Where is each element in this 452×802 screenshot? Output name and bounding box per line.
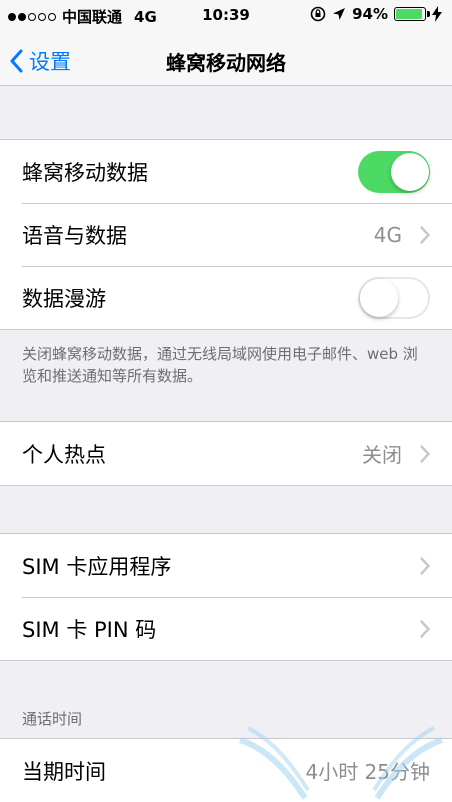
data-roaming-toggle[interactable] bbox=[358, 276, 430, 319]
call-time-header: 通话时间 bbox=[22, 710, 83, 728]
cell-voice-data[interactable]: 语音与数据 4G bbox=[0, 203, 452, 266]
cell-data-roaming: 数据漫游 bbox=[0, 266, 452, 329]
battery-percent: 94% bbox=[352, 5, 388, 23]
charging-bolt-icon bbox=[432, 6, 442, 22]
location-icon bbox=[333, 8, 346, 20]
status-right: 94% bbox=[310, 5, 442, 23]
sim-apps-label: SIM 卡应用程序 bbox=[22, 554, 172, 579]
cell-current-period: 当期时间 4小时 25分钟 bbox=[0, 739, 452, 802]
current-period-label: 当期时间 bbox=[22, 759, 106, 784]
orientation-lock-icon bbox=[310, 6, 326, 22]
chevron-right-icon bbox=[420, 445, 430, 463]
battery-fill bbox=[396, 9, 423, 19]
hotspot-label: 个人热点 bbox=[22, 442, 106, 467]
hotspot-value: 关闭 bbox=[362, 443, 402, 467]
cell-personal-hotspot[interactable]: 个人热点 关闭 bbox=[0, 422, 452, 485]
cellular-data-toggle[interactable] bbox=[358, 150, 430, 193]
page-title: 蜂窝移动网络 bbox=[166, 51, 286, 75]
chevron-right-icon bbox=[420, 226, 430, 244]
cellular-footer-note: 关闭蜂窝移动数据，通过无线局域网使用电子邮件、web 浏览和推送通知等所有数据。 bbox=[22, 345, 418, 385]
sim-pin-label: SIM 卡 PIN 码 bbox=[22, 617, 157, 642]
cell-sim-apps[interactable]: SIM 卡应用程序 bbox=[0, 534, 452, 597]
battery-icon bbox=[394, 7, 430, 21]
status-bar: 中国联通 4G 10:39 94% bbox=[0, 0, 452, 34]
call-time-group: 当期时间 4小时 25分钟 bbox=[0, 738, 452, 802]
hotspot-group: 个人热点 关闭 bbox=[0, 421, 452, 486]
sim-group: SIM 卡应用程序 SIM 卡 PIN 码 bbox=[0, 533, 452, 661]
cell-cellular-data: 蜂窝移动数据 bbox=[0, 140, 452, 203]
voice-data-value: 4G bbox=[373, 222, 402, 247]
navigation-bar: 设置 蜂窝移动网络 bbox=[0, 34, 452, 86]
chevron-right-icon bbox=[420, 620, 430, 638]
chevron-right-icon bbox=[420, 557, 430, 575]
current-period-value: 4小时 25分钟 bbox=[305, 760, 430, 784]
cellular-group: 蜂窝移动数据 语音与数据 4G 数据漫游 bbox=[0, 139, 452, 330]
data-roaming-label: 数据漫游 bbox=[22, 286, 106, 311]
cellular-data-label: 蜂窝移动数据 bbox=[22, 160, 148, 185]
cell-sim-pin[interactable]: SIM 卡 PIN 码 bbox=[0, 597, 452, 660]
voice-data-label: 语音与数据 bbox=[22, 223, 127, 248]
